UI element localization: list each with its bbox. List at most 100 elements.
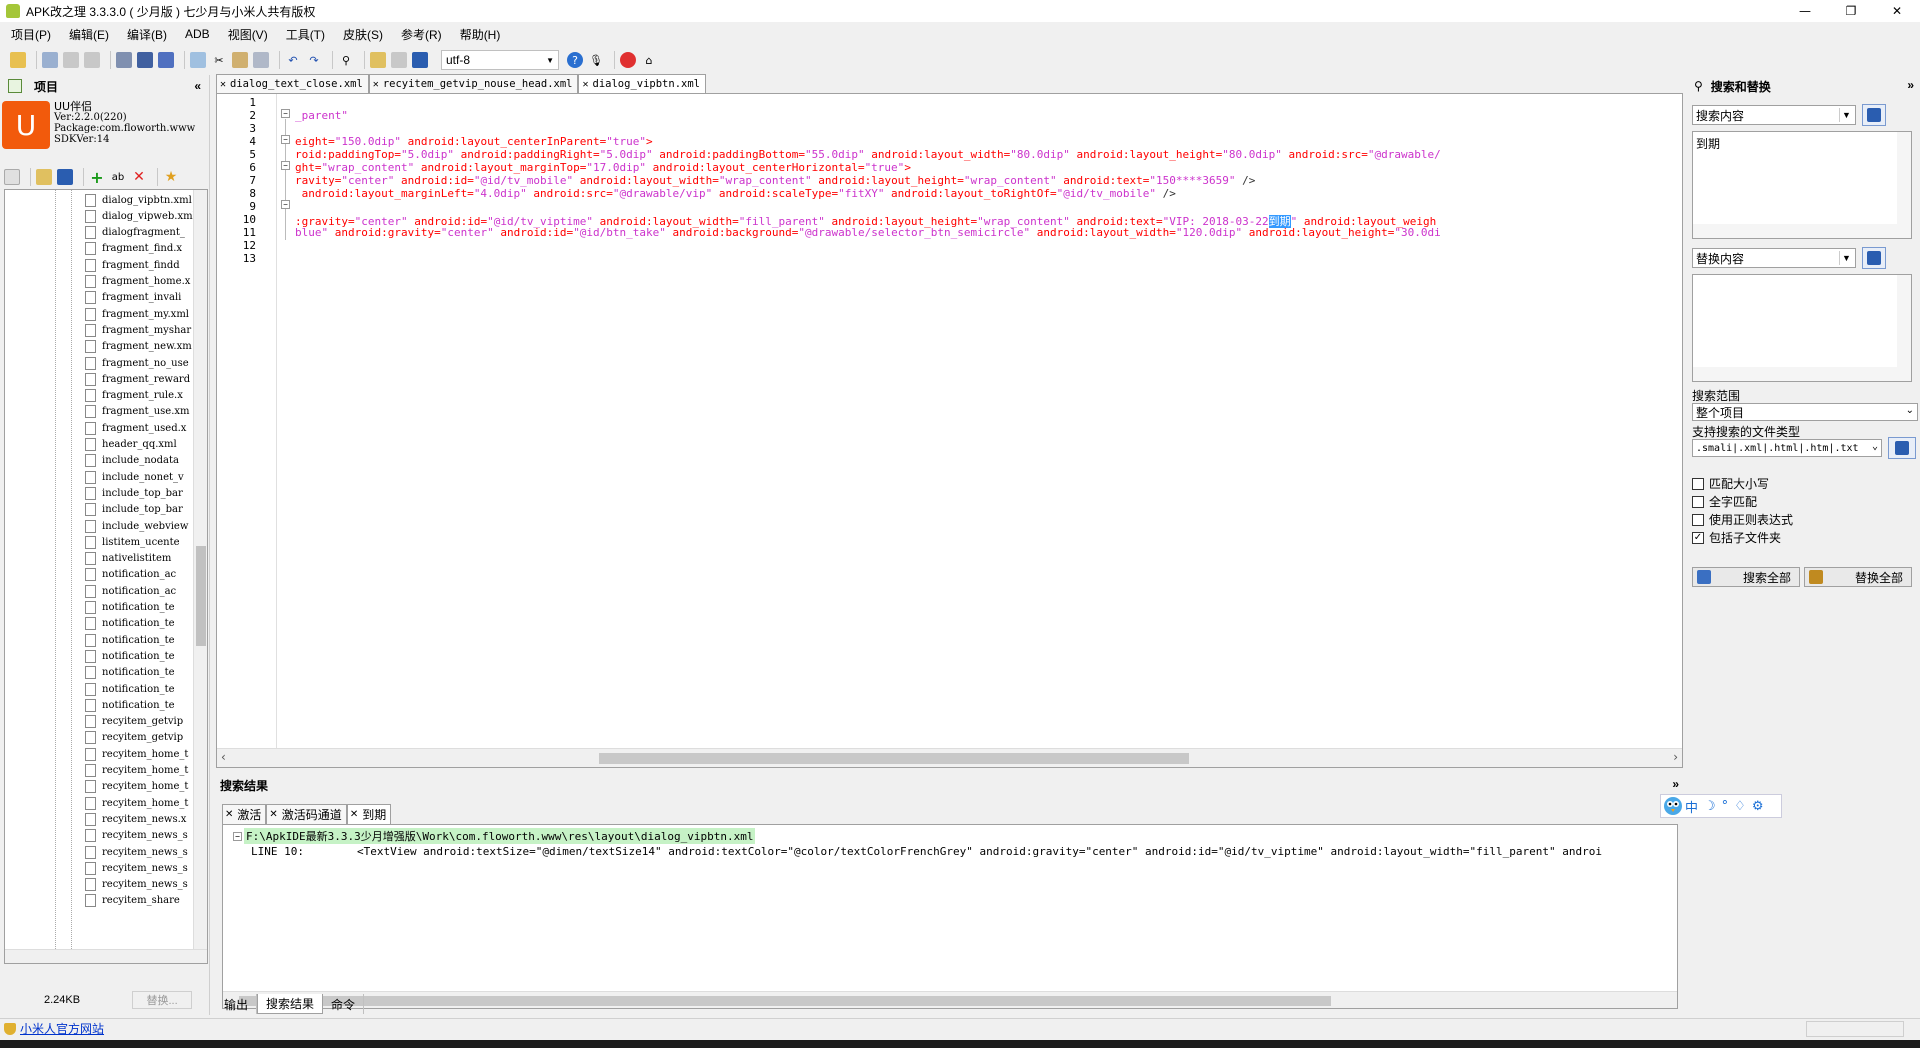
whole-word-checkbox[interactable]: 全字匹配: [1692, 493, 1757, 510]
open-file-icon[interactable]: [370, 52, 386, 68]
tab-dialog-vipbtn[interactable]: ✕ dialog_vipbtn.xml: [578, 74, 706, 93]
menu-project[interactable]: 项目(P): [8, 25, 54, 44]
tree-file-item[interactable]: notification_te: [85, 697, 175, 713]
encoding-select[interactable]: utf-8 ▼: [441, 50, 559, 70]
tree-file-item[interactable]: notification_te: [85, 600, 175, 616]
menu-view[interactable]: 视图(V): [225, 25, 271, 44]
help-icon[interactable]: ?: [567, 52, 583, 68]
menu-reference[interactable]: 参考(R): [398, 25, 445, 44]
fold-marker-icon[interactable]: −: [233, 831, 242, 841]
open-folder-icon[interactable]: [10, 52, 26, 68]
tree-file-item[interactable]: notification_ac: [85, 567, 176, 583]
tree-file-item[interactable]: recyitem_getvip: [85, 730, 183, 746]
code-line[interactable]: eight="150.0dip" android:layout_centerIn…: [295, 135, 653, 148]
collapse-panel-button[interactable]: »: [1907, 78, 1914, 92]
tab-activation-channel[interactable]: ✕ 激活码通道: [266, 804, 347, 824]
replace-input[interactable]: [1692, 274, 1912, 382]
binoculars-icon[interactable]: ⚲: [338, 52, 354, 68]
code-area[interactable]: _parent" eight="150.0dip" android:layout_…: [295, 94, 1682, 748]
tree-file-item[interactable]: recyitem_home_t: [85, 779, 188, 795]
close-button[interactable]: ✕: [1874, 0, 1920, 22]
close-tab-icon[interactable]: ✕: [582, 79, 588, 90]
menu-build[interactable]: 编译(B): [124, 25, 170, 44]
tree-file-item[interactable]: notification_te: [85, 681, 175, 697]
tree-file-item[interactable]: fragment_invali: [85, 290, 181, 306]
search-mode-select[interactable]: 搜索内容 ▼: [1692, 105, 1856, 125]
fold-marker-icon[interactable]: −: [281, 161, 290, 170]
checkbox-box[interactable]: [1692, 477, 1704, 490]
sign-icon[interactable]: [412, 52, 428, 68]
tree-file-item[interactable]: recyitem_home_t: [85, 746, 188, 762]
properties-icon[interactable]: [84, 52, 100, 68]
scrollbar-thumb[interactable]: [599, 753, 1189, 764]
search-options-button[interactable]: [1862, 104, 1886, 126]
results-horizontal-scrollbar[interactable]: [223, 991, 1677, 1008]
filetypes-options-button[interactable]: [1888, 437, 1916, 459]
code-line[interactable]: ght="wrap_content" android:layout_margin…: [295, 161, 911, 174]
vertical-scrollbar[interactable]: [1897, 132, 1911, 238]
replace-all-button[interactable]: 替换全部: [1804, 567, 1912, 587]
undo-icon[interactable]: ↶: [285, 52, 301, 68]
tree-file-item[interactable]: notification_te: [85, 665, 175, 681]
code-line[interactable]: blue" android:gravity="center" android:i…: [295, 226, 1441, 239]
save-icon[interactable]: [116, 52, 132, 68]
new-project-icon[interactable]: [42, 52, 58, 68]
tree-file-item[interactable]: recyitem_share: [85, 893, 180, 909]
vertical-scrollbar[interactable]: [1897, 275, 1911, 381]
tree-file-item[interactable]: fragment_findd: [85, 257, 180, 273]
tree-file-item[interactable]: notification_te: [85, 648, 175, 664]
filetypes-select[interactable]: .smali|.xml|.html|.htm|.txt ⌄: [1692, 439, 1882, 457]
code-line[interactable]: android:layout_marginLeft="4.0dip" andro…: [295, 187, 1176, 200]
close-tab-icon[interactable]: ✕: [350, 809, 358, 820]
result-match-line[interactable]: LINE 10: <TextView android:textSize="@di…: [251, 845, 1602, 858]
tree-file-item[interactable]: fragment_home.x: [85, 274, 190, 290]
home-icon[interactable]: ⌂: [641, 52, 657, 68]
regex-checkbox[interactable]: 使用正则表达式: [1692, 511, 1793, 528]
delete-icon[interactable]: ✕: [131, 169, 147, 185]
close-tab-icon[interactable]: ✕: [220, 79, 226, 90]
fold-marker-icon[interactable]: −: [281, 135, 290, 144]
menu-help[interactable]: 帮助(H): [457, 25, 504, 44]
ime-mascot-icon[interactable]: [1661, 793, 1685, 821]
tab-output[interactable]: 输出: [216, 994, 258, 1014]
add-icon[interactable]: +: [89, 168, 105, 187]
tree-file-item[interactable]: include_nonet_v: [85, 469, 184, 485]
menu-edit[interactable]: 编辑(E): [66, 25, 112, 44]
result-file-node[interactable]: − F:\ApkIDE最新3.3.3少月增强版\Work\com.flowort…: [233, 828, 756, 844]
tree-file-item[interactable]: recyitem_news_s: [85, 877, 188, 893]
tree-file-item[interactable]: dialog_vipbtn.xml: [85, 192, 192, 208]
favorite-icon[interactable]: ★: [163, 169, 179, 185]
checkbox-box[interactable]: [1692, 495, 1704, 508]
editor-horizontal-scrollbar[interactable]: ‹ ›: [217, 748, 1682, 767]
menu-adb[interactable]: ADB: [182, 26, 213, 42]
tree-file-item[interactable]: notification_te: [85, 632, 175, 648]
tree-file-item[interactable]: include_top_bar: [85, 485, 183, 501]
tree-file-item[interactable]: recyitem_news_s: [85, 844, 188, 860]
tree-file-item[interactable]: include_top_bar: [85, 502, 183, 518]
save-as-icon[interactable]: [158, 52, 174, 68]
scrollbar-thumb[interactable]: [196, 546, 206, 646]
code-line[interactable]: ravity="center" android:id="@id/tv_mobil…: [295, 174, 1255, 187]
tab-search-results[interactable]: 搜索结果: [257, 994, 324, 1014]
refresh-icon[interactable]: [4, 169, 20, 185]
microphone-icon[interactable]: 🎙: [588, 52, 604, 68]
code-line[interactable]: _parent": [295, 109, 348, 122]
minimize-button[interactable]: —: [1782, 0, 1828, 22]
tree-file-item[interactable]: fragment_rule.x: [85, 388, 183, 404]
tree-file-item[interactable]: fragment_use.xm: [85, 404, 190, 420]
search-all-button[interactable]: 搜索全部: [1692, 567, 1800, 587]
search-input[interactable]: 到期: [1692, 131, 1912, 239]
tab-activate[interactable]: ✕ 激活: [222, 804, 267, 824]
tree-file-item[interactable]: fragment_myshar: [85, 322, 191, 338]
match-case-checkbox[interactable]: 匹配大小写: [1692, 475, 1769, 492]
tree-file-item[interactable]: nativelistitem: [85, 551, 171, 567]
redo-icon[interactable]: ↷: [306, 52, 322, 68]
ime-chinese-mode[interactable]: 中: [1685, 797, 1698, 816]
tree-file-item[interactable]: recyitem_getvip: [85, 714, 183, 730]
maximize-button[interactable]: ❐: [1828, 0, 1874, 22]
menu-tools[interactable]: 工具(T): [283, 25, 328, 44]
save-all-icon[interactable]: [137, 52, 153, 68]
replace-button[interactable]: 替换...: [132, 991, 193, 1009]
official-site-link[interactable]: 小米人官方网站: [20, 1020, 104, 1037]
close-tab-icon[interactable]: ✕: [225, 809, 233, 820]
